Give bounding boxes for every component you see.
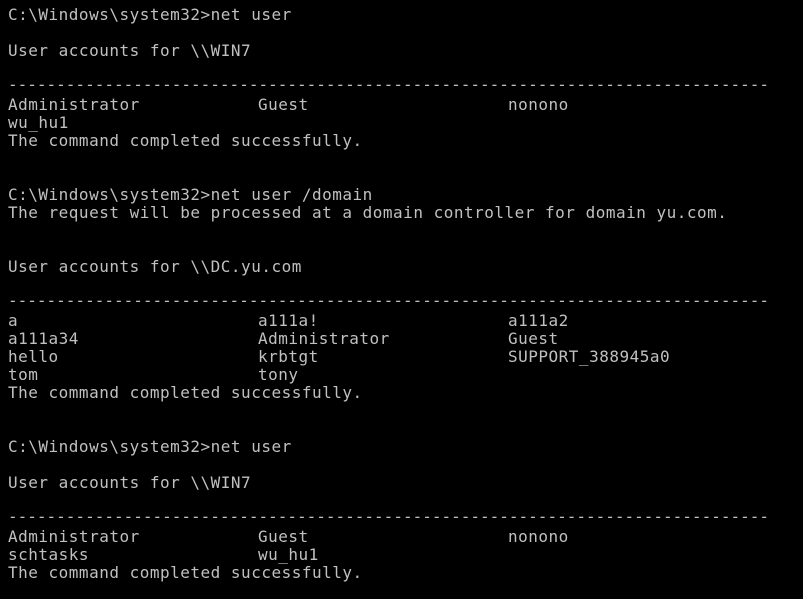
- domain-notice: The request will be processed at a domai…: [8, 203, 728, 222]
- account-name: Guest: [258, 527, 309, 546]
- account-name: nonono: [508, 95, 569, 114]
- account-name: a111a2: [508, 311, 569, 330]
- account-name: Administrator: [258, 329, 390, 348]
- account-name: hello: [8, 347, 59, 366]
- account-name: Guest: [258, 95, 309, 114]
- account-name: tony: [258, 365, 299, 384]
- account-name: krbtgt: [258, 347, 319, 366]
- accounts-header: User accounts for \\DC.yu.com: [8, 257, 302, 276]
- account-name: Administrator: [8, 527, 140, 546]
- status-message: The command completed successfully.: [8, 383, 363, 402]
- accounts-header: User accounts for \\WIN7: [8, 41, 252, 60]
- account-name: a: [8, 311, 19, 330]
- command-line: C:\Windows\system32>net user /domain: [8, 185, 373, 204]
- accounts-header: User accounts for \\WIN7: [8, 473, 252, 492]
- separator-line: ----------------------------------------…: [8, 76, 769, 94]
- account-name: nonono: [508, 527, 569, 546]
- command-prompt-window[interactable]: C:\Windows\system32>net user User accoun…: [0, 0, 803, 599]
- account-name: schtasks: [8, 545, 90, 564]
- command-line: C:\Windows\system32>net user: [8, 5, 292, 24]
- account-name: wu_hu1: [258, 545, 319, 564]
- account-name: Guest: [508, 329, 559, 348]
- separator-line: ----------------------------------------…: [8, 508, 769, 526]
- status-message: The command completed successfully.: [8, 131, 363, 150]
- account-name: tom: [8, 365, 39, 384]
- account-name: wu_hu1: [8, 113, 69, 132]
- status-message: The command completed successfully.: [8, 563, 363, 582]
- separator-line: ----------------------------------------…: [8, 292, 769, 310]
- account-name: SUPPORT_388945a0: [508, 347, 671, 366]
- account-name: Administrator: [8, 95, 140, 114]
- command-line: C:\Windows\system32>net user: [8, 437, 292, 456]
- account-name: a111a!: [258, 311, 319, 330]
- account-name: a111a34: [8, 329, 79, 348]
